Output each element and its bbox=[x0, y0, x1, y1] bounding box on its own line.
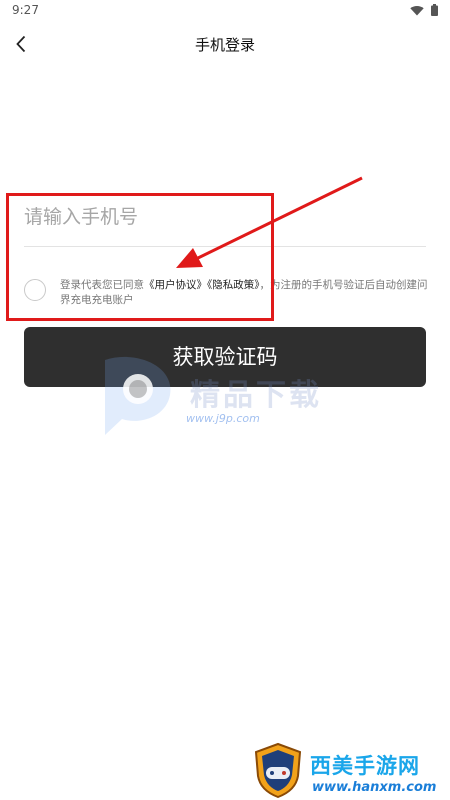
watermark-bottom-url: www.hanxm.com bbox=[312, 780, 437, 795]
annotation-arrow bbox=[176, 176, 363, 268]
hanxm-shield-logo bbox=[254, 742, 302, 798]
watermark-bottom-name: 西美手游网 bbox=[310, 754, 420, 778]
